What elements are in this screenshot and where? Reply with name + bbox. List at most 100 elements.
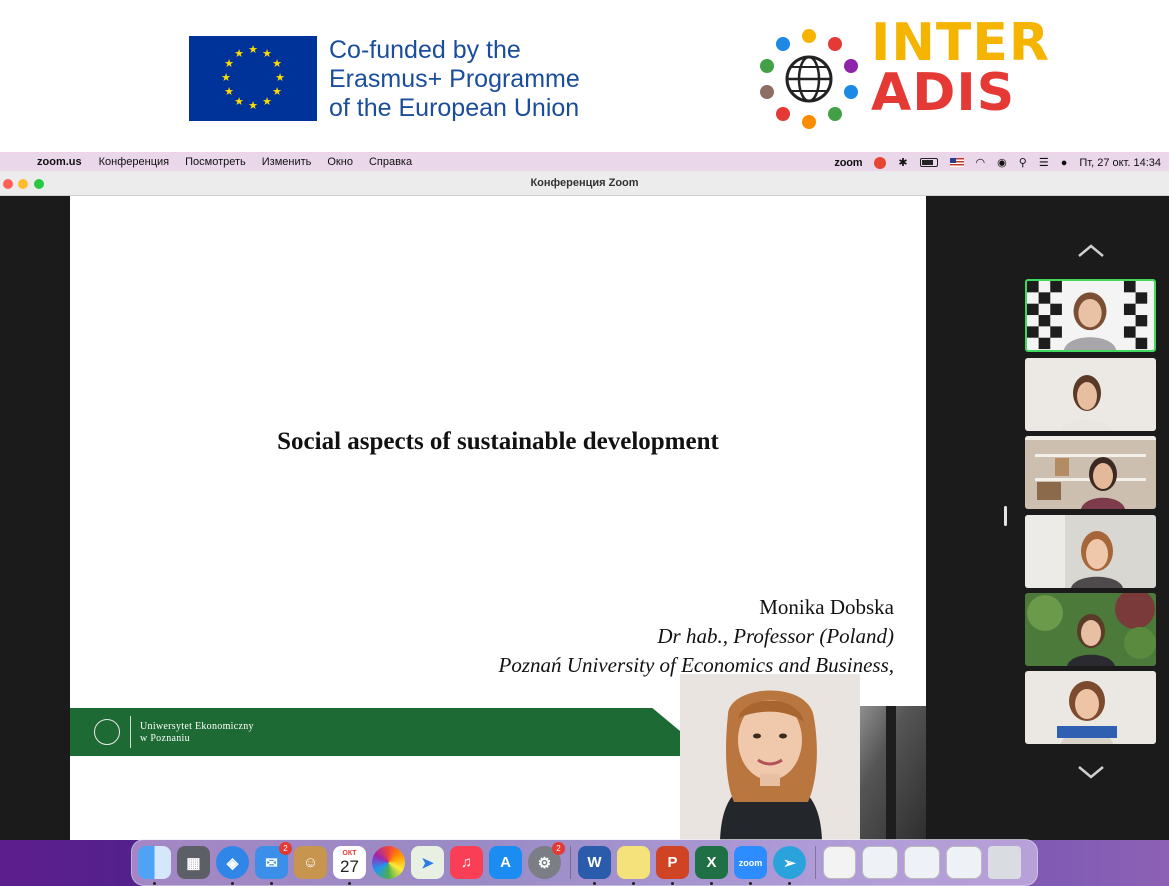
university-name-line: Uniwersytet Ekonomiczny (140, 721, 254, 732)
spotlight-search-icon[interactable]: ⚲ (1019, 156, 1027, 169)
interadis-logo-text: INTER ADIS (871, 17, 1050, 123)
system-preferences-icon[interactable]: ⚙ 2 (528, 842, 565, 879)
minimized-window-icon[interactable] (904, 846, 940, 879)
running-indicator (788, 882, 791, 885)
document-icon[interactable] (823, 846, 856, 879)
window-title: Конференция Zoom (530, 177, 639, 189)
panel-resize-handle[interactable] (1004, 506, 1007, 526)
siri-icon[interactable]: ● (1061, 157, 1068, 169)
svg-text:★: ★ (262, 95, 272, 108)
menu-app-name[interactable]: zoom.us (37, 156, 82, 168)
dock-separator (570, 846, 571, 879)
presenter-video[interactable] (680, 674, 860, 840)
running-indicator (153, 882, 156, 885)
wifi-icon[interactable]: ◠ (976, 156, 986, 169)
eu-text-line: Erasmus+ Programme (329, 65, 580, 93)
svg-text:★: ★ (272, 85, 282, 98)
running-indicator (593, 882, 596, 885)
band-divider (130, 716, 131, 748)
svg-text:★: ★ (221, 71, 231, 84)
battery-icon[interactable] (919, 158, 938, 167)
eu-flag-icon: ★ ★ ★ ★ ★ ★ ★ ★ ★ ★ ★ ★ (189, 36, 317, 121)
bluetooth-icon[interactable]: ✱ (898, 156, 907, 169)
menu-item-conference[interactable]: Конференция (99, 156, 169, 168)
svg-text:★: ★ (248, 43, 258, 56)
running-indicator (749, 882, 752, 885)
participant-video[interactable] (1025, 671, 1156, 744)
powerpoint-icon[interactable]: P (656, 846, 689, 885)
music-icon[interactable]: ♫ (450, 846, 483, 879)
shared-slide: Social aspects of sustainable developmen… (70, 196, 926, 840)
top-banner: ★ ★ ★ ★ ★ ★ ★ ★ ★ ★ ★ ★ Co-funded by the… (0, 0, 1169, 152)
word-icon-letter: W (587, 854, 602, 871)
finder-icon[interactable] (138, 846, 171, 885)
svg-text:★: ★ (234, 95, 244, 108)
running-indicator (671, 882, 674, 885)
author-title: Dr hab., Professor (Poland) (657, 624, 894, 648)
participant-video[interactable] (1025, 515, 1156, 588)
minimized-window-icon[interactable] (946, 846, 982, 879)
zoom-app-icon[interactable]: zoom (734, 846, 767, 885)
participant-video[interactable] (1025, 593, 1156, 666)
app-store-icon[interactable]: A (489, 846, 522, 879)
excel-icon[interactable]: X (695, 846, 728, 885)
scroll-down-icon[interactable] (1076, 762, 1106, 782)
powerpoint-icon-letter: P (667, 854, 678, 871)
launchpad-icon[interactable]: ▦ (177, 846, 210, 879)
menu-clock[interactable]: Пт, 27 окт. 14:34 (1079, 157, 1161, 169)
eu-text-line: of the European Union (329, 94, 580, 122)
menu-item-help[interactable]: Справка (369, 156, 412, 168)
running-indicator (348, 882, 351, 885)
window-title-bar: Конференция Zoom (0, 171, 1169, 196)
running-indicator (270, 882, 273, 885)
slide-title: Social aspects of sustainable developmen… (277, 428, 719, 455)
calendar-icon[interactable]: ОКТ 27 (333, 846, 366, 885)
participant-video[interactable] (1025, 358, 1156, 431)
minimized-window-icon[interactable] (862, 846, 898, 879)
word-icon[interactable]: W (578, 846, 611, 885)
zoom-status-item[interactable]: zoom (834, 157, 862, 169)
screen: { "banner": { "eu_text_lines": ["Co-fund… (0, 0, 1169, 886)
menu-item-view[interactable]: Посмотреть (185, 156, 246, 168)
svg-text:★: ★ (234, 47, 244, 60)
safari-icon[interactable]: ◈ (216, 846, 249, 885)
settings-badge: 2 (552, 842, 565, 855)
notification-badge-icon[interactable] (874, 156, 887, 169)
participant-video[interactable] (1025, 279, 1156, 352)
logo-line-adis: ADIS (871, 63, 1016, 123)
running-indicator (710, 882, 713, 885)
excel-icon-letter: X (706, 854, 717, 871)
photos-icon[interactable] (372, 846, 405, 879)
running-indicator (632, 882, 635, 885)
menu-item-window[interactable]: Окно (327, 156, 353, 168)
maps-icon[interactable]: ➤ (411, 846, 444, 879)
contacts-icon[interactable]: ☺ (294, 846, 327, 879)
notes-icon[interactable] (617, 846, 650, 885)
user-account-icon[interactable]: ◉ (997, 156, 1007, 169)
scroll-up-icon[interactable] (1076, 241, 1106, 261)
control-center-icon[interactable]: ☰ (1039, 156, 1049, 169)
slide-author-block: Monika Dobska Dr hab., Professor (Poland… (499, 593, 894, 680)
macos-dock: ▦ ◈ ✉ 2 ☺ ОКТ 27 ➤ ♫ A ⚙ 2 W P X zoom ➢ (131, 839, 1038, 886)
participant-video[interactable] (1025, 436, 1156, 509)
building-pillar (886, 706, 896, 840)
dock-separator (815, 846, 816, 879)
status-area: zoom ✱ ◠ ◉ ⚲ ☰ ● Пт, 27 окт. 14:34 (834, 153, 1161, 172)
zoom-app-label: zoom (738, 857, 763, 868)
university-name-line: w Poznaniu (140, 733, 190, 744)
university-name: Uniwersytet Ekonomiczny w Poznaniu (140, 721, 254, 745)
zoom-meeting-area: Social aspects of sustainable developmen… (0, 196, 1169, 840)
trash-icon[interactable] (988, 846, 1021, 879)
university-band: Uniwersytet Ekonomiczny w Poznaniu (70, 708, 710, 756)
svg-text:★: ★ (224, 85, 234, 98)
university-emblem-icon (94, 719, 120, 745)
mail-badge: 2 (279, 842, 292, 855)
interadis-globe-logo-icon (753, 22, 865, 134)
eu-funding-text: Co-funded by the Erasmus+ Programme of t… (329, 36, 580, 123)
mail-icon[interactable]: ✉ 2 (255, 842, 292, 885)
svg-text:★: ★ (272, 57, 282, 70)
input-source-flag-icon[interactable] (949, 158, 964, 167)
menu-item-edit[interactable]: Изменить (262, 156, 312, 168)
telegram-icon[interactable]: ➢ (773, 846, 806, 885)
author-name: Monika Dobska (759, 595, 894, 619)
